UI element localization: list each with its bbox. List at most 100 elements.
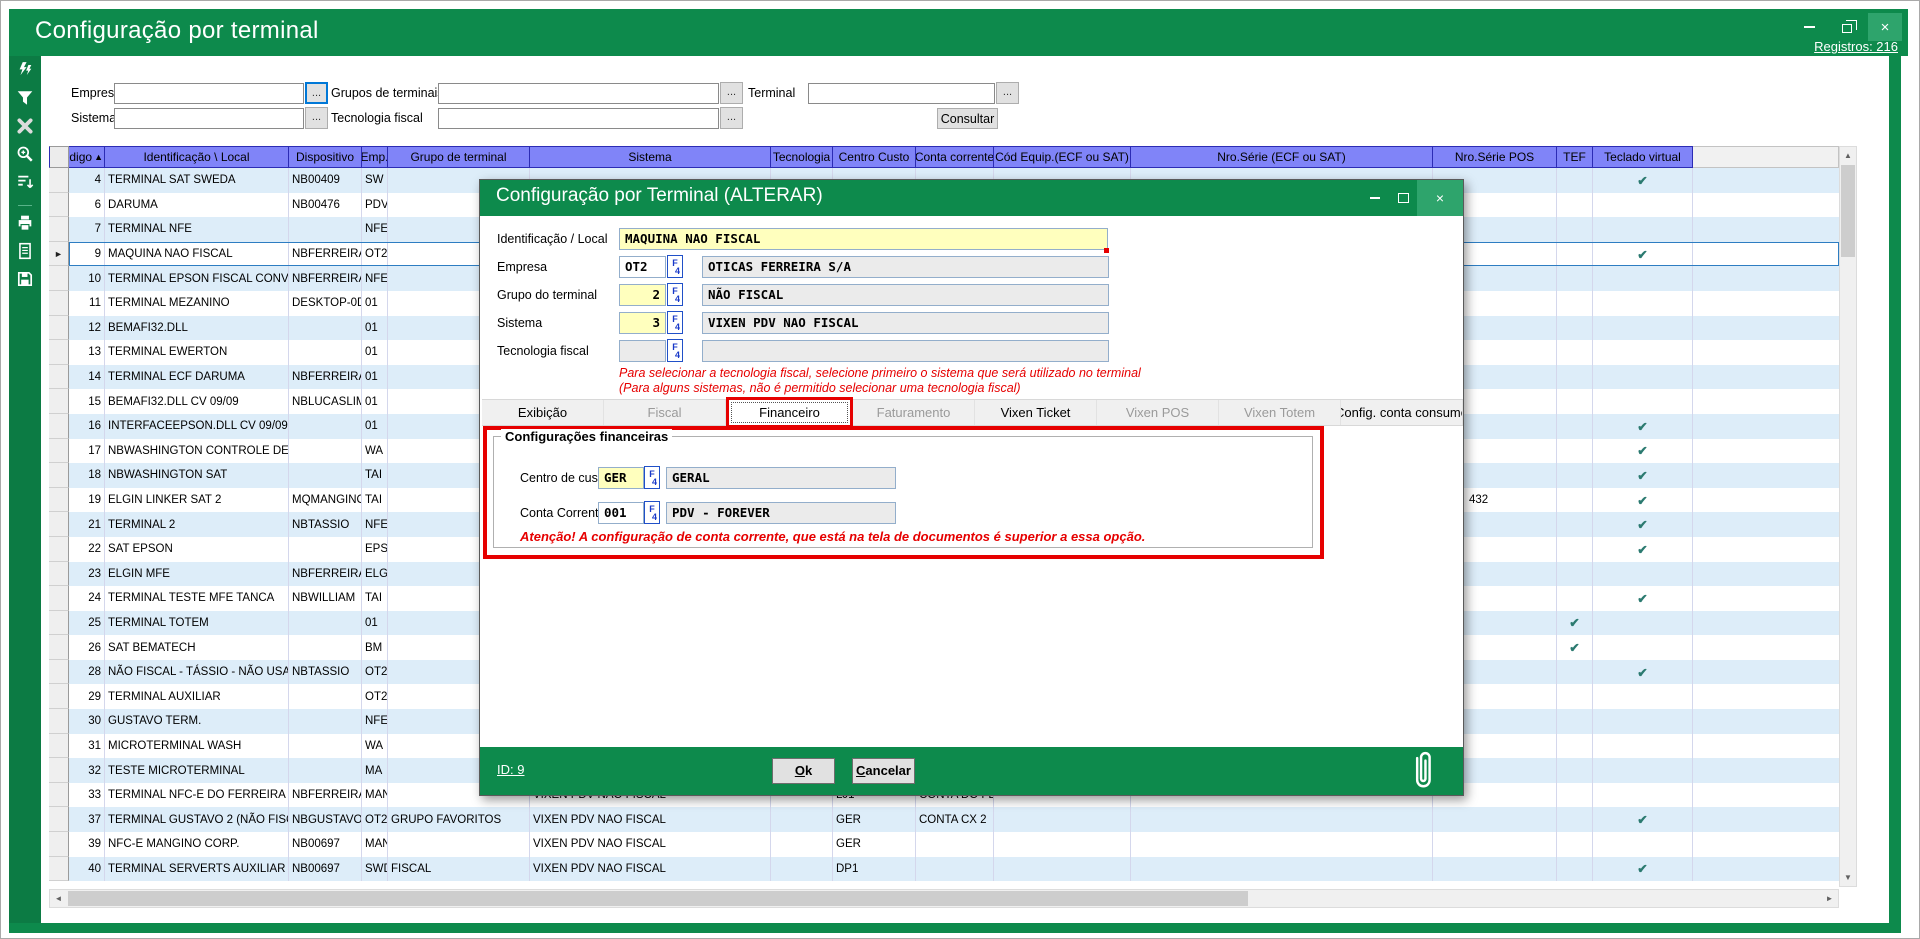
conta-corrente-f4-lookup-icon[interactable]: F4 [644,501,660,524]
cell-codigo: 40 [69,857,105,882]
vertical-scrollbar[interactable]: ▲ ▼ [1839,146,1857,887]
conta-corrente-code-input[interactable]: 001 [598,502,644,524]
tecnologia-f4-lookup-icon[interactable]: F4 [667,339,683,362]
sort-icon[interactable] [13,171,37,193]
vertical-scroll-thumb[interactable] [1841,165,1855,257]
minimize-button[interactable] [1792,13,1826,41]
clear-filter-icon[interactable] [13,115,37,137]
col-header-centro_custo[interactable]: Centro Custo [833,146,916,168]
empresa-f4-lookup-icon[interactable]: F4 [667,255,683,278]
cell-filler [1693,488,1839,513]
cell-emp: TAI [362,463,388,488]
tecnologia-code-input[interactable] [619,340,666,362]
col-header-cod_equip[interactable]: Cód Equip.(ECF ou SAT) [994,146,1131,168]
record-id[interactable]: ID: 9 [497,762,524,777]
cell-identificacao: TERMINAL NFC-E DO FERREIRA (NAO US [105,783,289,808]
grupo-f4-lookup-icon[interactable]: F4 [667,283,683,306]
report-icon[interactable] [13,240,37,262]
col-header-nro_serie_pos[interactable]: Nro.Série POS [1433,146,1557,168]
sistema-input[interactable] [114,108,304,129]
minimize-icon [1370,197,1380,199]
filter-icon[interactable] [13,87,37,109]
horizontal-scrollbar[interactable]: ◄ ► [49,889,1839,908]
cell-codigo: 23 [69,562,105,587]
close-button[interactable]: × [1868,13,1902,41]
col-header-nro_serie[interactable]: Nro.Série (ECF ou SAT) [1131,146,1433,168]
tab-financeiro[interactable]: Financeiro [726,397,853,428]
restore-button[interactable] [1830,13,1864,41]
grupos-browse-button[interactable]: ... [720,82,743,104]
cancel-button[interactable]: Cancelar [852,758,915,784]
col-header-tef[interactable]: TEF [1557,146,1593,168]
col-header-emp[interactable]: Emp. [362,146,388,168]
grupos-input[interactable] [438,83,719,104]
col-header-dispositivo[interactable]: Dispositivo [289,146,362,168]
centro-custo-f4-lookup-icon[interactable]: F4 [644,466,660,489]
right-border [1889,56,1901,933]
paperclip-icon[interactable] [1405,749,1441,798]
tecnologia-browse-button[interactable]: ... [720,107,743,129]
table-row[interactable]: 37TERMINAL GUSTAVO 2 (NÃO FISCAL)NBGUSTA… [49,807,1839,832]
col-header-grupo[interactable]: Grupo de terminal [388,146,530,168]
save-icon[interactable] [13,268,37,290]
empresa-browse-button[interactable]: ... [305,82,328,104]
table-row[interactable]: 40TERMINAL SERVERTS AUXILIARNB00697SWDFI… [49,857,1839,882]
scroll-up-icon[interactable]: ▲ [1840,147,1856,164]
col-header-teclado_virtual[interactable]: Teclado virtual [1593,146,1693,168]
printer-icon[interactable] [13,212,37,234]
empresa-code-input[interactable]: OT2 [619,256,666,278]
cell-dispositivo: NBFERREIRA [289,266,362,291]
centro-custo-code-input[interactable]: GER [598,467,644,489]
cell-sel [49,783,69,808]
col-header-sistema[interactable]: Sistema [530,146,771,168]
table-row[interactable]: 39NFC-E MANGINO CORP.NB00697MANVIXEN PDV… [49,832,1839,857]
cell-emp: NFE [362,217,388,242]
dialog-maximize-button[interactable] [1389,180,1417,216]
scroll-left-icon[interactable]: ◄ [50,890,67,907]
cell-tef [1557,389,1593,414]
cell-filler [1693,389,1839,414]
cell-dispositivo: NB00697 [289,857,362,882]
sistema-code-input[interactable]: 3 [619,312,666,334]
dialog-minimize-button[interactable] [1361,180,1389,216]
registros-count[interactable]: Registros: 216 [1814,39,1898,54]
conta-corrente-name-field: PDV - FOREVER [666,502,896,524]
cell-tef [1557,488,1593,513]
zoom-icon[interactable] [13,143,37,165]
col-header-conta_corrente[interactable]: Conta corrente [916,146,994,168]
refresh-icon[interactable] [13,59,37,81]
close-icon: × [1436,190,1444,206]
cell-teclado_virtual: ✔ [1593,414,1693,439]
horizontal-scroll-thumb[interactable] [68,891,1248,906]
cell-identificacao: NÃO FISCAL - TÁSSIO - NÃO USAR [105,660,289,685]
dialog-close-button[interactable]: × [1417,180,1463,216]
cell-tef [1557,217,1593,242]
empresa-input[interactable] [114,83,304,104]
cell-tef [1557,439,1593,464]
ok-button[interactable]: Ok [772,758,835,784]
cell-tef [1557,537,1593,562]
tab-exibi-o[interactable]: Exibição [482,400,604,425]
consultar-button[interactable]: Consultar [937,108,998,129]
cell-emp: BM [362,635,388,660]
terminal-browse-button[interactable]: ... [996,82,1019,104]
cell-sistema: VIXEN PDV NAO FISCAL [530,857,771,882]
cell-codigo: 18 [69,463,105,488]
cell-identificacao: TERMINAL TOTEM [105,611,289,636]
cell-dispositivo: NBFERREIRA [289,365,362,390]
tab-config-conta-consumo[interactable]: Config. conta consumo [1341,400,1463,425]
scroll-right-icon[interactable]: ► [1821,890,1838,907]
identificacao-input[interactable]: MAQUINA NAO FISCAL [619,228,1108,250]
col-header-identificacao[interactable]: Identificação \ Local [105,146,289,168]
col-header-codigo[interactable]: Código▲ [69,146,105,168]
sistema-f4-lookup-icon[interactable]: F4 [667,311,683,334]
sistema-browse-button[interactable]: ... [305,107,328,129]
cell-sel [49,660,69,685]
tab-vixen-ticket[interactable]: Vixen Ticket [975,400,1097,425]
col-header-tecnologia[interactable]: Tecnologia [771,146,833,168]
cell-codigo: 39 [69,832,105,857]
grupo-code-input[interactable]: 2 [619,284,666,306]
scroll-down-icon[interactable]: ▼ [1840,869,1856,886]
tecnologia-input[interactable] [438,108,719,129]
terminal-input[interactable] [808,83,995,104]
